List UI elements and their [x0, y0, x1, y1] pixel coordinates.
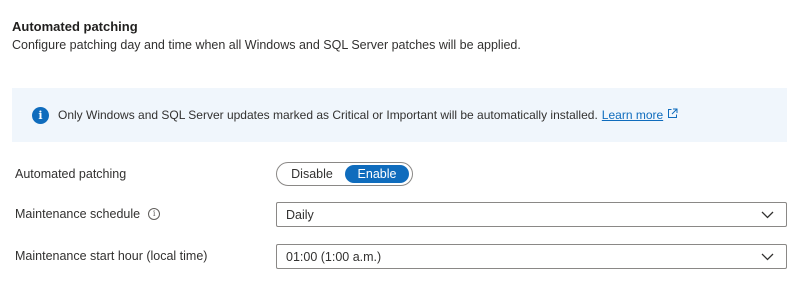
maintenance-schedule-value: Daily	[286, 207, 314, 222]
maintenance-schedule-label-text: Maintenance schedule	[15, 207, 141, 221]
info-tooltip-icon[interactable]: i	[148, 208, 161, 220]
info-banner: i Only Windows and SQL Server updates ma…	[12, 88, 787, 142]
maintenance-start-hour-label-text: Maintenance start hour (local time)	[15, 249, 208, 263]
section-description: Configure patching day and time when all…	[12, 38, 521, 52]
automated-patching-label: Automated patching	[15, 167, 126, 181]
info-icon: i	[32, 106, 49, 124]
maintenance-schedule-label: Maintenance schedule i	[15, 207, 161, 221]
automated-patching-label-text: Automated patching	[15, 167, 127, 181]
info-banner-text: Only Windows and SQL Server updates mark…	[58, 108, 598, 122]
chevron-down-icon	[761, 206, 774, 224]
learn-more-link[interactable]: Learn more	[602, 108, 663, 122]
chevron-down-icon	[761, 248, 774, 266]
maintenance-start-hour-value: 01:00 (1:00 a.m.)	[286, 249, 382, 264]
automated-patching-toggle[interactable]: Disable Enable	[276, 162, 413, 186]
maintenance-schedule-select[interactable]: Daily	[276, 202, 787, 227]
maintenance-start-hour-select[interactable]: 01:00 (1:00 a.m.)	[276, 244, 787, 269]
toggle-disable-option[interactable]: Disable	[279, 165, 345, 183]
maintenance-start-hour-label: Maintenance start hour (local time)	[15, 249, 207, 263]
toggle-enable-option[interactable]: Enable	[345, 165, 409, 183]
external-link-icon[interactable]	[667, 106, 678, 124]
section-title: Automated patching	[12, 19, 138, 34]
